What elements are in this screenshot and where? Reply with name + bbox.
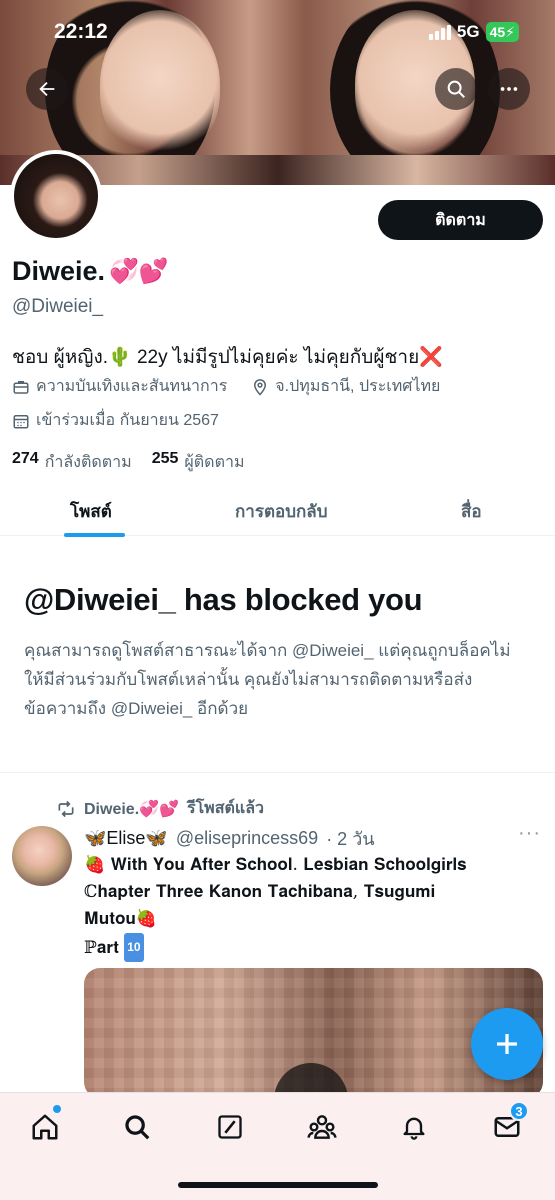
search-icon	[447, 80, 465, 98]
plus-icon	[497, 1034, 517, 1054]
grok-icon	[218, 1115, 242, 1139]
nav-notifications[interactable]	[394, 1107, 434, 1147]
profile-bio: ชอบ ผู้หญิง.🌵 22y ไม่มีรูปไม่คุยค่ะ ไม่ค…	[12, 342, 443, 372]
keycap-number: 10	[124, 933, 144, 962]
battery-icon: 45⚡	[485, 22, 519, 42]
post-author-avatar[interactable]	[12, 826, 72, 886]
nav-communities[interactable]	[302, 1107, 342, 1147]
back-button[interactable]	[26, 68, 68, 110]
nav-explore[interactable]	[117, 1107, 157, 1147]
strawberry-icon: 🍓	[135, 909, 157, 929]
briefcase-icon	[13, 380, 29, 394]
compose-button[interactable]	[471, 1008, 543, 1080]
profile-location: จ.ปทุมธานี, ประเทศไทย	[275, 378, 441, 395]
post-line-3: 𝐌𝐮𝐭𝐨𝐮🍓	[84, 906, 524, 933]
strawberry-icon: 🍓	[84, 855, 106, 875]
signal-icon	[428, 24, 451, 40]
follow-button[interactable]: ติดตาม	[378, 200, 543, 240]
repost-by: Diweie.💞💕	[84, 800, 179, 818]
tab-replies[interactable]: การตอบกลับ	[235, 498, 328, 525]
network-type: 5G	[456, 22, 480, 41]
post-text: 🍓 𝐖𝐢𝐭𝐡 𝐘𝐨𝐮 𝐀𝐟𝐭𝐞𝐫 𝐒𝐜𝐡𝐨𝐨𝐥. 𝐋𝐞𝐬𝐛𝐢𝐚𝐧 𝐒𝐜𝐡𝐨𝐨𝐥𝐠…	[84, 852, 524, 962]
bell-icon	[403, 1117, 425, 1140]
divider	[0, 772, 555, 773]
followers-count[interactable]: 255	[152, 450, 179, 475]
home-notification-dot	[53, 1105, 61, 1113]
communities-icon	[307, 1115, 337, 1139]
post-line-1: 🍓 𝐖𝐢𝐭𝐡 𝐘𝐨𝐮 𝐀𝐟𝐭𝐞𝐫 𝐒𝐜𝐡𝐨𝐨𝐥. 𝐋𝐞𝐬𝐛𝐢𝐚𝐧 𝐒𝐜𝐡𝐨𝐨𝐥𝐠…	[84, 852, 524, 879]
repost-icon	[58, 800, 74, 817]
tab-media[interactable]: สื่อ	[461, 498, 482, 525]
repost-indicator[interactable]: Diweie.💞💕 รีโพสต์แล้ว	[56, 796, 264, 821]
search-button[interactable]	[435, 68, 477, 110]
post-text-line: 𝐌𝐮𝐭𝐨𝐮	[84, 909, 136, 929]
status-time: 22:12	[54, 20, 108, 43]
post-time: · 2 วัน	[326, 829, 375, 849]
more-options-button[interactable]	[488, 68, 530, 110]
user-handle: @Diweiei_	[12, 296, 104, 317]
repost-label: รีโพสต์แล้ว	[186, 800, 264, 817]
profile-meta-row: ความบันเทิงและสันทนาการ จ.ปทุมธานี, ประเ…	[12, 374, 440, 399]
following-label[interactable]: กำลังติดตาม	[45, 450, 132, 475]
post-text-line: ℙ𝐚𝐫𝐭	[84, 938, 119, 958]
blocked-title: @Diweiei_ has blocked you	[24, 582, 423, 617]
post-line-2: ℂ𝐡𝐚𝐩𝐭𝐞𝐫 𝐓𝐡𝐫𝐞𝐞 𝐊𝐚𝐧𝐨𝐧 𝐓𝐚𝐜𝐡𝐢𝐛𝐚𝐧𝐚, 𝐓𝐬𝐮𝐠𝐮𝐦𝐢	[84, 879, 524, 906]
following-count[interactable]: 274	[12, 450, 39, 475]
profile-joined-row: เข้าร่วมเมื่อ กันยายน 2567	[12, 408, 219, 433]
calendar-icon	[13, 414, 29, 428]
arrow-left-icon	[39, 81, 55, 97]
bio-text: ชอบ ผู้หญิง.🌵 22y ไม่มีรูปไม่คุยค่ะ ไม่ค…	[12, 347, 420, 368]
post-line-4: ℙ𝐚𝐫𝐭 10	[84, 933, 524, 962]
post-header: 🦋Elise🦋 @eliseprincess69 · 2 วัน	[84, 824, 375, 853]
blocked-message: คุณสามารถดูโพสต์สาธารณะได้จาก @Diweiei_ …	[24, 641, 511, 718]
post-more-button[interactable]: ···	[518, 822, 541, 845]
nav-home[interactable]	[25, 1105, 65, 1147]
profile-joined: เข้าร่วมเมื่อ กันยายน 2567	[36, 412, 219, 429]
more-dots-icon	[500, 87, 518, 91]
display-name: Diweie. 💞💕	[12, 256, 169, 287]
battery-level: 45	[489, 24, 506, 40]
post-text-line: 𝐖𝐢𝐭𝐡 𝐘𝐨𝐮 𝐀𝐟𝐭𝐞𝐫 𝐒𝐜𝐡𝐨𝐨𝐥. 𝐋𝐞𝐬𝐛𝐢𝐚𝐧 𝐒𝐜𝐡𝐨𝐨𝐥𝐠𝐢𝐫…	[110, 855, 467, 875]
search-icon	[125, 1115, 150, 1140]
home-indicator	[178, 1182, 378, 1188]
profile-category: ความบันเทิงและสันทนาการ	[36, 378, 228, 395]
followers-label[interactable]: ผู้ติดตาม	[184, 450, 244, 475]
nav-messages[interactable]: 3	[487, 1101, 529, 1147]
post-author-handle[interactable]: @eliseprincess69	[176, 828, 318, 849]
active-tab-indicator	[64, 533, 125, 537]
home-icon	[32, 1114, 58, 1140]
messages-badge: 3	[509, 1101, 529, 1121]
location-pin-icon	[254, 378, 267, 396]
bio-end-mark: ❌	[419, 347, 443, 368]
tab-posts[interactable]: โพสต์	[70, 498, 112, 525]
post-author-name[interactable]: 🦋Elise🦋	[84, 828, 168, 849]
follow-counts: 274 กำลังติดตาม 255 ผู้ติดตาม	[12, 450, 244, 475]
display-name-text: Diweie.	[12, 256, 106, 286]
status-bar: 22:12 5G 45⚡	[0, 0, 555, 60]
nav-grok[interactable]	[210, 1107, 250, 1147]
post-text-line: ℂ𝐡𝐚𝐩𝐭𝐞𝐫 𝐓𝐡𝐫𝐞𝐞 𝐊𝐚𝐧𝐨𝐧 𝐓𝐚𝐜𝐡𝐢𝐛𝐚𝐧𝐚, 𝐓𝐬𝐮𝐠𝐮𝐦𝐢	[84, 882, 436, 902]
profile-avatar[interactable]	[10, 150, 102, 242]
display-name-emoji: 💞💕	[109, 258, 169, 285]
profile-tabs: โพสต์ การตอบกลับ สื่อ	[0, 482, 555, 537]
